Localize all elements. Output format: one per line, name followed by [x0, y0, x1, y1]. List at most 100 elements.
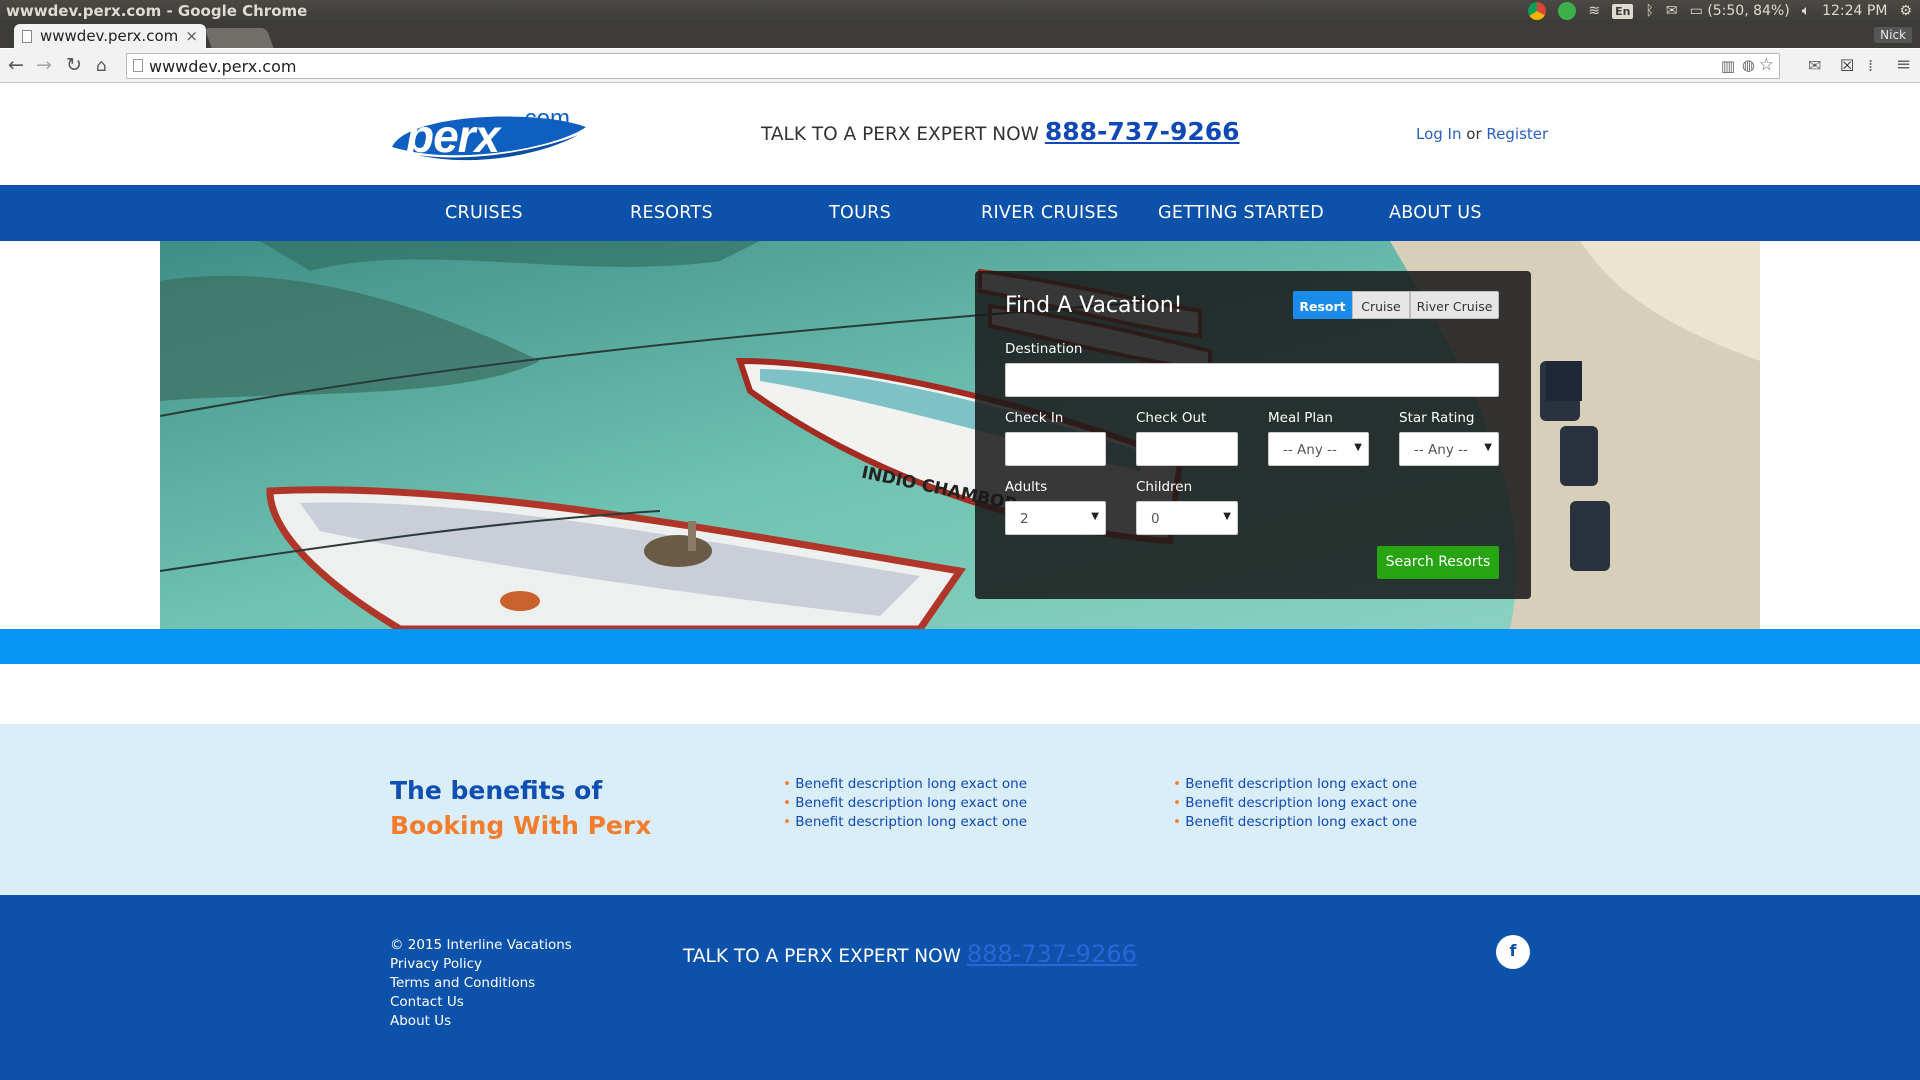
back-icon[interactable]: ←	[8, 54, 24, 76]
perx-logo[interactable]: perx .com	[388, 101, 588, 167]
footer-call-text: TALK TO A PERX EXPERT NOW	[683, 946, 961, 967]
reload-icon[interactable]: ↻	[66, 54, 82, 76]
battery-text: (5:50, 84%)	[1707, 3, 1790, 19]
tab-strip	[0, 24, 1920, 48]
volume-icon[interactable]: 🔈︎	[1802, 3, 1810, 19]
browser-tab[interactable]: wwwdev.perx.com ×	[14, 24, 206, 49]
mail-icon[interactable]: ✉	[1666, 3, 1678, 19]
nav-river-cruises[interactable]: RIVER CRUISES	[981, 203, 1119, 223]
green-status-icon[interactable]	[1558, 2, 1577, 20]
adults-label: Adults	[1005, 479, 1048, 495]
site-footer	[0, 895, 1920, 1080]
checkin-input[interactable]	[1005, 432, 1106, 466]
children-select[interactable]: 0 ▼	[1136, 501, 1238, 535]
meal-plan-label: Meal Plan	[1268, 410, 1333, 426]
benefit-item: Benefit description long exact one	[783, 776, 1027, 792]
star-rating-value: -- Any --	[1414, 442, 1468, 458]
login-link[interactable]: Log In	[1416, 125, 1462, 143]
puzzle-extension-icon[interactable]: ⁞	[1868, 56, 1873, 75]
dropdown-arrow-icon: ▼	[1484, 442, 1492, 453]
header-call-to-action: TALK TO A PERX EXPERT NOW 888-737-9266	[761, 117, 1240, 146]
destination-input[interactable]	[1005, 363, 1499, 397]
star-rating-label: Star Rating	[1399, 410, 1475, 426]
benefit-item: Benefit description long exact one	[783, 814, 1027, 830]
checkout-input[interactable]	[1136, 432, 1238, 466]
call-text: TALK TO A PERX EXPERT NOW	[761, 124, 1039, 145]
star-rating-select[interactable]: -- Any -- ▼	[1399, 432, 1499, 466]
url-text: wwwdev.perx.com	[149, 57, 297, 76]
benefit-item: Benefit description long exact one	[1173, 814, 1417, 830]
battery-indicator[interactable]: ▭ (5:50, 84%)	[1690, 3, 1790, 19]
main-nav	[0, 185, 1920, 241]
logo-text: perx	[406, 110, 500, 162]
nav-tours[interactable]: TOURS	[829, 203, 891, 223]
destination-label: Destination	[1005, 341, 1083, 357]
nav-getting-started[interactable]: GETTING STARTED	[1158, 203, 1324, 223]
profile-name[interactable]: Nick	[1874, 27, 1912, 43]
clock[interactable]: 12:24 PM	[1822, 3, 1887, 19]
search-resorts-button[interactable]: Search Resorts	[1377, 546, 1499, 579]
mail-extension-icon[interactable]: ✉	[1808, 56, 1821, 75]
contact-us-link[interactable]: Contact Us	[390, 994, 464, 1010]
dropdown-arrow-icon: ▼	[1354, 442, 1362, 453]
terms-link[interactable]: Terms and Conditions	[390, 975, 535, 991]
wifi-icon[interactable]: ≋	[1588, 3, 1600, 19]
dropdown-arrow-icon: ▼	[1223, 511, 1231, 522]
menu-icon[interactable]: ≡	[1896, 54, 1911, 75]
benefit-item: Benefit description long exact one	[1173, 776, 1417, 792]
benefits-subtitle: Booking With Perx	[390, 811, 652, 840]
chrome-icon[interactable]	[1528, 2, 1547, 20]
window-title: wwwdev.perx.com - Google Chrome	[6, 2, 308, 20]
logo-suffix: .com	[518, 105, 571, 132]
vacation-search-panel: Find A Vacation! Resort Cruise River Cru…	[975, 271, 1531, 599]
footer-call-to-action: TALK TO A PERX EXPERT NOW 888-737-9266	[683, 940, 1137, 968]
meal-plan-value: -- Any --	[1283, 442, 1337, 458]
or-text: or	[1466, 125, 1482, 143]
children-label: Children	[1136, 479, 1193, 495]
benefits-title: The benefits of	[390, 776, 603, 805]
page-icon	[22, 30, 32, 43]
copyright-text: © 2015 Interline Vacations	[390, 937, 572, 953]
accent-band	[0, 629, 1920, 664]
meal-plan-select[interactable]: -- Any -- ▼	[1268, 432, 1369, 466]
gear-icon[interactable]: ⚙	[1899, 3, 1912, 19]
adults-value: 2	[1020, 511, 1029, 527]
children-value: 0	[1151, 511, 1160, 527]
keyboard-layout-indicator[interactable]: En	[1612, 3, 1634, 19]
extension-icon[interactable]: ◍	[1742, 56, 1755, 74]
nav-about-us[interactable]: ABOUT US	[1389, 203, 1482, 223]
dropdown-arrow-icon: ▼	[1091, 511, 1099, 522]
home-icon[interactable]: ⌂	[96, 56, 107, 76]
search-title: Find A Vacation!	[1005, 293, 1183, 318]
browser-toolbar: ← → ↻ ⌂ wwwdev.perx.com ▥ ◍ ☆ ✉ ☒ ⁞ ≡	[0, 49, 1920, 83]
page-info-icon[interactable]	[133, 59, 143, 72]
bluetooth-icon[interactable]: ᛒ	[1645, 3, 1653, 19]
close-tab-icon[interactable]: ×	[185, 27, 198, 45]
os-top-panel: wwwdev.perx.com - Google Chrome ≋ En ᛒ ✉…	[0, 0, 1920, 24]
tab-river-cruise[interactable]: River Cruise	[1410, 291, 1499, 319]
nav-resorts[interactable]: RESORTS	[630, 203, 713, 223]
about-us-link[interactable]: About Us	[390, 1013, 451, 1029]
x-extension-icon[interactable]: ☒	[1840, 56, 1854, 75]
checkin-label: Check In	[1005, 410, 1064, 426]
privacy-policy-link[interactable]: Privacy Policy	[390, 956, 482, 972]
adults-select[interactable]: 2 ▼	[1005, 501, 1106, 535]
header-phone-link[interactable]: 888-737-9266	[1045, 117, 1240, 146]
footer-phone-link[interactable]: 888-737-9266	[967, 940, 1137, 968]
tab-resort[interactable]: Resort	[1293, 291, 1352, 319]
address-bar[interactable]: wwwdev.perx.com ▥ ◍ ☆	[126, 53, 1780, 79]
facebook-icon[interactable]: f	[1496, 935, 1530, 969]
bookmark-star-icon[interactable]: ☆	[1759, 55, 1774, 75]
nav-cruises[interactable]: CRUISES	[445, 203, 523, 223]
benefit-item: Benefit description long exact one	[783, 795, 1027, 811]
auth-links: Log In or Register	[1416, 125, 1548, 143]
checkout-label: Check Out	[1136, 410, 1207, 426]
system-tray: ≋ En ᛒ ✉ ▭ (5:50, 84%) 🔈︎ 12:24 PM ⚙	[1528, 2, 1912, 20]
tab-cruise[interactable]: Cruise	[1352, 291, 1410, 319]
new-tab-button[interactable]	[204, 28, 274, 48]
register-link[interactable]: Register	[1486, 125, 1548, 143]
reader-icon[interactable]: ▥	[1721, 57, 1735, 75]
forward-icon[interactable]: →	[36, 54, 52, 76]
tab-title: wwwdev.perx.com	[40, 27, 179, 45]
benefit-item: Benefit description long exact one	[1173, 795, 1417, 811]
